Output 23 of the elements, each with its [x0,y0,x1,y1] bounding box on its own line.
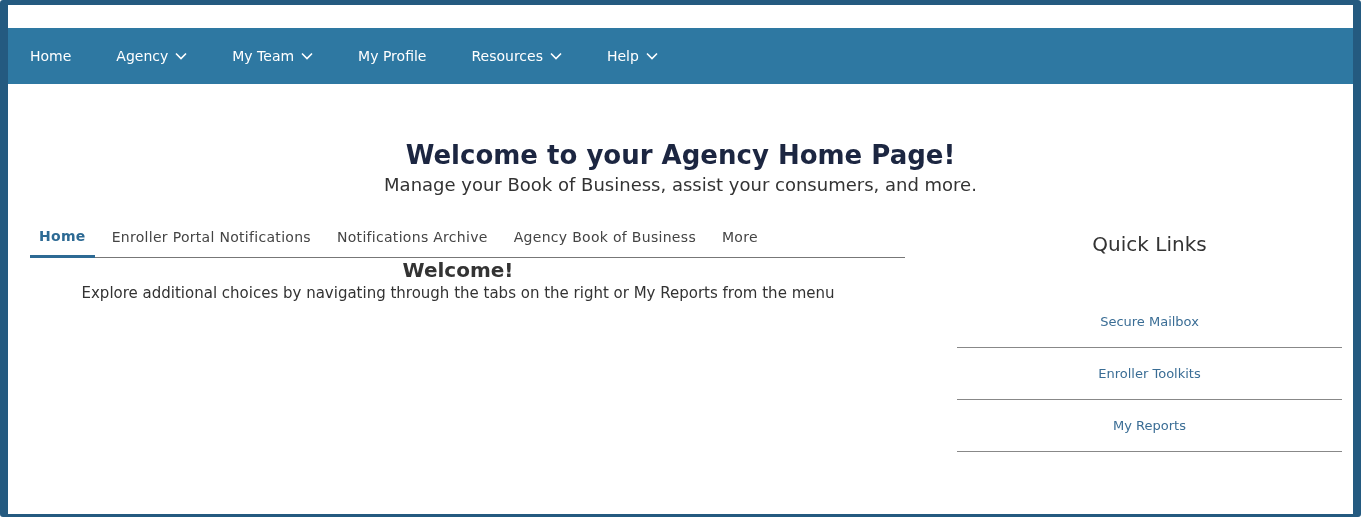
quick-links-title: Quick Links [1091,232,1208,257]
quick-link[interactable]: Enroller Toolkits [1098,363,1201,384]
chevron-down-icon [175,52,188,60]
quick-link[interactable]: Secure Mailbox [1100,311,1199,332]
page-title: Welcome to your Agency Home Page! [404,140,957,172]
nav-item[interactable]: My Profile [358,45,427,67]
tab[interactable]: Enroller Portal Notifications [102,222,320,258]
tab[interactable]: Agency Book of Business [504,222,705,258]
tab[interactable]: Home [30,222,95,259]
quick-link[interactable]: My Reports [1113,415,1186,436]
nav-item[interactable]: Help [606,45,658,67]
chevron-down-icon [301,52,314,60]
chevron-down-icon [549,52,562,60]
nav-item[interactable]: My Team [232,45,314,67]
chevron-down-icon [645,52,658,60]
tab[interactable]: More [713,222,767,258]
nav-item[interactable]: Home [30,45,72,67]
panel-heading: Welcome! [401,258,515,283]
page-subtitle: Manage your Book of Business, assist your consumers, and more. [383,173,978,198]
nav-item[interactable]: Resources [471,45,562,67]
nav-item[interactable]: Agency [116,45,188,67]
tab[interactable]: Notifications Archive [327,222,497,258]
panel-text: Explore additional choices by navigating through the tabs on the right or My Reports from the menu [80,283,836,305]
